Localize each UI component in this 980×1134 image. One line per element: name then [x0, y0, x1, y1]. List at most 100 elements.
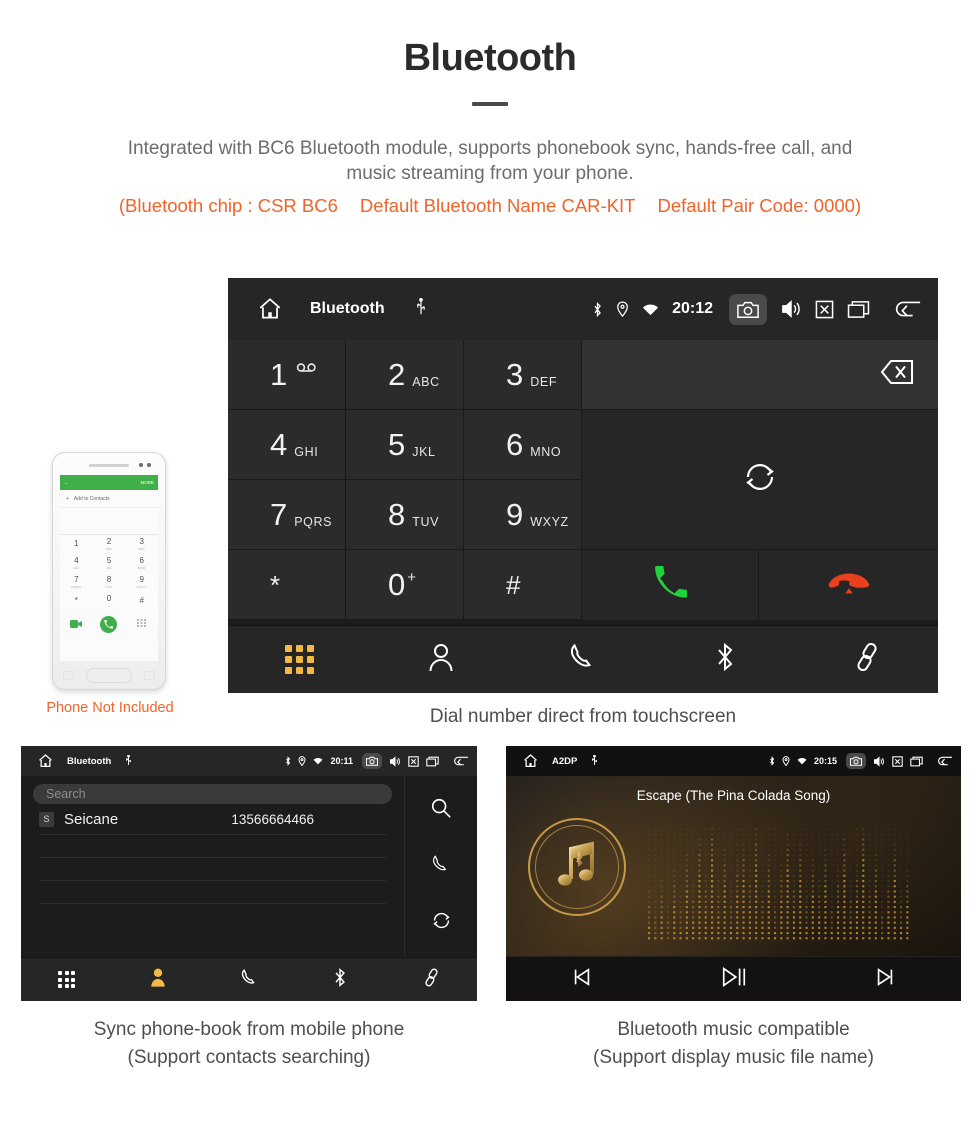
sync-contacts-button[interactable] — [582, 410, 938, 550]
home-icon[interactable] — [514, 753, 546, 769]
call-icon — [654, 566, 687, 604]
camera-icon[interactable] — [729, 293, 767, 325]
play-pause-button[interactable] — [658, 965, 810, 994]
call-icon[interactable] — [431, 854, 451, 879]
spec-pair-code: Default Pair Code: 0000) — [657, 195, 862, 217]
dialpad-key-digit: 9 — [506, 497, 524, 532]
phone-key: 2 ABC — [105, 537, 113, 551]
dialed-number-display[interactable] — [582, 340, 938, 410]
sync-icon[interactable] — [431, 910, 452, 936]
dialpad-key-digit: 5 — [388, 427, 406, 462]
volume-icon[interactable] — [389, 755, 401, 767]
dialpad-key-letters: PQRS — [294, 515, 333, 529]
search-input[interactable]: Search — [33, 784, 392, 804]
search-icon[interactable] — [430, 797, 452, 824]
wifi-icon — [642, 303, 659, 316]
contact-row-empty — [39, 858, 386, 881]
voicemail-icon — [296, 362, 318, 372]
dialpad-key-8[interactable]: 8 TUV — [346, 480, 464, 550]
contacts-unit-caption: Sync phone-book from mobile phone (Suppo… — [21, 1016, 477, 1071]
back-icon[interactable] — [892, 298, 922, 320]
hangup-button[interactable] — [759, 550, 938, 620]
dialpad-key-5[interactable]: 5 JKL — [346, 410, 464, 480]
close-icon[interactable] — [815, 300, 834, 319]
contact-name: Seicane — [64, 810, 119, 828]
music-note-icon — [528, 818, 626, 916]
recents-icon[interactable] — [426, 756, 439, 767]
link-icon — [852, 642, 882, 677]
dialpad-key-6[interactable]: 6 MNO — [464, 410, 582, 480]
dialpad-key-letters: WXYZ — [530, 515, 569, 529]
dialpad-key-letters: JKL — [412, 445, 436, 459]
dialpad-key-digit: 2 — [388, 357, 406, 392]
call-button[interactable] — [582, 550, 759, 620]
contact-row-empty — [39, 881, 386, 904]
dialpad-key-3[interactable]: 3 DEF — [464, 340, 582, 410]
dialpad-key-letters: GHI — [294, 445, 319, 459]
dialpad-key-7[interactable]: 7 PQRS — [228, 480, 346, 550]
dialpad-key-letters: ABC — [412, 375, 440, 389]
recents-icon[interactable] — [910, 756, 923, 767]
close-icon[interactable] — [892, 755, 903, 767]
tab-pair-link[interactable] — [796, 626, 938, 693]
person-icon — [149, 967, 167, 992]
spec-chip: (Bluetooth chip : CSR BC6 — [118, 195, 338, 217]
dialpad-key-4[interactable]: 4 GHI — [228, 410, 346, 480]
tab-pair-link[interactable] — [386, 958, 477, 1001]
tab-bluetooth[interactable] — [295, 958, 386, 1001]
music-statusbar-title: A2DP — [552, 755, 578, 767]
tab-contacts[interactable] — [370, 626, 512, 693]
camera-icon[interactable] — [362, 753, 382, 769]
phone-key: 7 PQRS — [71, 575, 82, 589]
phone-back-key — [144, 671, 155, 680]
tab-dialpad[interactable] — [228, 626, 370, 693]
phone-keypad-toggle-icon — [125, 619, 158, 629]
backspace-icon[interactable] — [868, 357, 914, 392]
previous-button[interactable] — [506, 966, 658, 993]
volume-icon[interactable] — [780, 299, 802, 319]
tab-call-log[interactable] — [203, 958, 294, 1001]
close-icon[interactable] — [408, 755, 419, 767]
phone-screen: ← MORE + Add to Contacts 1 2 ABC 3 DEF 4 GH… — [60, 475, 158, 661]
main-statusbar-time: 20:12 — [672, 300, 713, 317]
back-icon[interactable] — [452, 755, 469, 767]
bluetooth-icon — [285, 756, 291, 766]
tab-contacts[interactable] — [112, 958, 203, 1001]
dialpad-key-digit: 8 — [388, 497, 406, 532]
phone-add-contact-label: Add to Contacts — [73, 495, 110, 502]
dialpad-key-1[interactable]: 1 — [228, 340, 346, 410]
back-icon[interactable] — [936, 755, 953, 767]
phone-number-field — [60, 508, 158, 535]
camera-icon[interactable] — [846, 753, 866, 769]
home-icon[interactable] — [244, 296, 296, 322]
dialpad-key-letters: TUV — [412, 515, 440, 529]
contacts-statusbar: Bluetooth 20:11 — [21, 746, 477, 776]
dialpad-key-star[interactable]: * — [228, 550, 346, 620]
phone-camera-icon — [147, 463, 151, 467]
dialpad-key-2[interactable]: 2 ABC — [346, 340, 464, 410]
phone-key: 4 GHI — [73, 556, 80, 570]
main-statusbar-title: Bluetooth — [310, 300, 385, 317]
phone-key: 9 WXYZ — [136, 575, 147, 589]
person-icon — [427, 642, 455, 677]
volume-icon[interactable] — [873, 755, 885, 767]
phone-key: * — [74, 595, 78, 605]
dialpad-key-0[interactable]: 0 + — [346, 550, 464, 620]
tab-call-log[interactable] — [512, 626, 654, 693]
tab-dialpad[interactable] — [21, 958, 112, 1001]
next-icon — [874, 966, 896, 993]
dialpad-key-hash[interactable]: # — [464, 550, 582, 620]
tab-bluetooth[interactable] — [654, 626, 796, 693]
phone-key: 3 DEF — [138, 537, 146, 551]
home-icon[interactable] — [29, 753, 61, 769]
dialpad-key-9[interactable]: 9 WXYZ — [464, 480, 582, 550]
phone-key: 1 — [74, 538, 79, 548]
dialpad-key-letters: MNO — [530, 445, 562, 459]
recents-icon[interactable] — [847, 300, 870, 319]
phone-key: 6 MNO — [137, 556, 146, 570]
contact-initial: S — [39, 811, 54, 827]
next-button[interactable] — [809, 966, 961, 993]
contact-row[interactable]: S Seicane 13566664466 — [39, 804, 386, 835]
spec-default-name: Default Bluetooth Name CAR-KIT — [359, 195, 636, 217]
music-caption-line1: Bluetooth music compatible — [617, 1019, 850, 1040]
